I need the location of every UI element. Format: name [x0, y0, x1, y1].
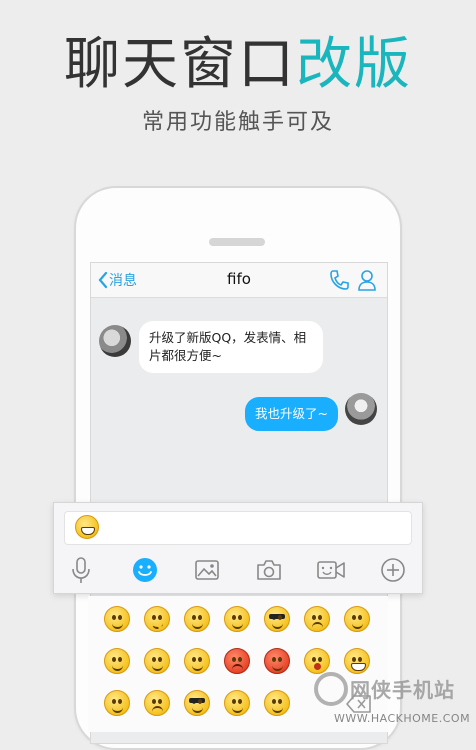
sad-emoji-icon[interactable] — [144, 690, 170, 716]
nervous-emoji-icon[interactable] — [224, 690, 250, 716]
input-toolbar — [54, 551, 422, 591]
message-bubble-incoming: 升级了新版QQ，发表情、相片都很方便~ — [139, 321, 323, 373]
message-bubble-outgoing: 我也升级了~ — [245, 397, 338, 431]
phone-speaker — [209, 238, 265, 246]
avatar[interactable] — [345, 393, 377, 425]
promo-title-main: 聊天窗口 — [64, 32, 296, 97]
plus-icon[interactable] — [378, 555, 408, 585]
watermark: 网侠手机站 WWW.HACKHOME.COM — [314, 668, 476, 732]
dizzy-emoji-icon[interactable] — [104, 648, 130, 674]
watermark-logo — [314, 672, 348, 706]
video-icon[interactable] — [316, 555, 346, 585]
phone-call-icon[interactable] — [329, 269, 349, 295]
chat-nav-bar: 消息 fifo — [91, 263, 387, 298]
promo-title: 聊天窗口改版 — [0, 30, 476, 100]
happy-emoji-icon[interactable] — [104, 690, 130, 716]
avatar[interactable] — [99, 325, 131, 357]
image-icon[interactable] — [192, 555, 222, 585]
grimace-emoji-icon[interactable] — [144, 606, 170, 632]
microphone-icon[interactable] — [66, 555, 96, 585]
promo-title-accent: 改版 — [296, 32, 412, 97]
wink-emoji-icon[interactable] — [224, 606, 250, 632]
chat-input-panel — [53, 502, 423, 594]
angry-emoji-icon[interactable] — [224, 648, 250, 674]
laugh-emoji-icon[interactable] — [264, 690, 290, 716]
sleepy-emoji-icon[interactable] — [144, 648, 170, 674]
camera-icon[interactable] — [254, 555, 284, 585]
watermark-text: 网侠手机站 — [350, 678, 455, 702]
profile-icon[interactable] — [357, 269, 377, 295]
emoji-icon[interactable] — [130, 555, 160, 585]
cool-emoji-icon[interactable] — [264, 606, 290, 632]
grinning-emoji-icon — [75, 515, 99, 539]
sunglasses-emoji-icon[interactable] — [184, 690, 210, 716]
watermark-url: WWW.HACKHOME.COM — [334, 712, 471, 725]
smile-emoji-icon[interactable] — [104, 606, 130, 632]
crying-emoji-icon[interactable] — [304, 606, 330, 632]
promo-subtitle: 常用功能触手可及 — [141, 110, 334, 135]
sweat-emoji-icon[interactable] — [184, 648, 210, 674]
shy-emoji-icon[interactable] — [344, 606, 370, 632]
message-input[interactable] — [64, 511, 412, 545]
heart-eyes-emoji-icon[interactable] — [184, 606, 210, 632]
gift-emoji-icon[interactable] — [264, 648, 290, 674]
